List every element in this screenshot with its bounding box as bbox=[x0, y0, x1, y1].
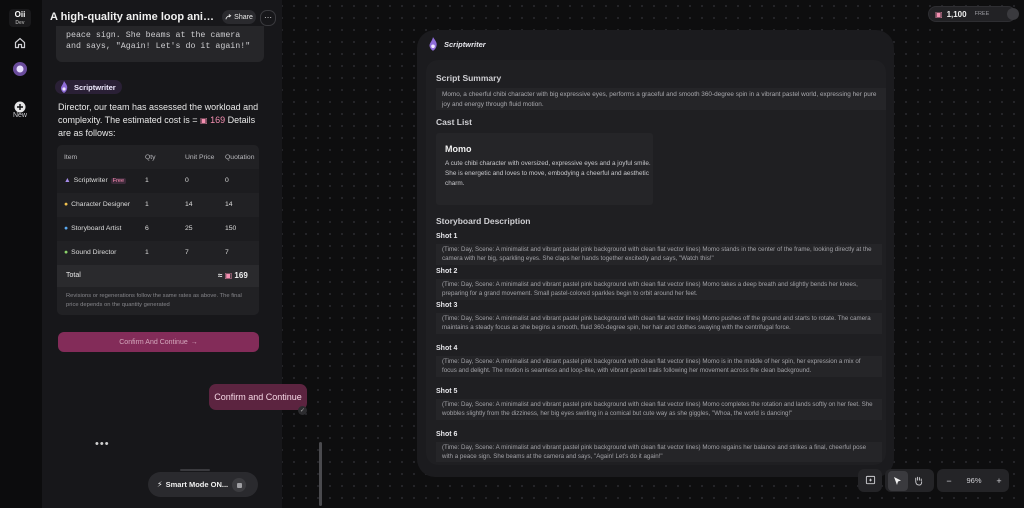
table-header-quotation: Quotation bbox=[225, 154, 255, 161]
sound-icon: ● bbox=[64, 249, 69, 256]
notes-icon bbox=[865, 475, 875, 485]
script-agent-chip: Scriptwriter bbox=[425, 36, 486, 52]
free-badge: Free bbox=[110, 177, 127, 184]
stop-button[interactable] bbox=[232, 478, 246, 492]
smart-mode-label: ⚡︎ Smart Mode ON... bbox=[157, 480, 229, 489]
zoom-level[interactable]: 96% bbox=[959, 476, 989, 485]
cursor-icon bbox=[894, 476, 901, 485]
confirm-and-continue-button[interactable]: Confirm And Continue → bbox=[58, 332, 259, 352]
hand-icon: ● bbox=[64, 201, 69, 208]
table-cell-unit: 25 bbox=[185, 225, 193, 232]
shot-text: (Time: Day, Scene: A minimalist and vibr… bbox=[436, 399, 882, 420]
shot-title: Shot 4 bbox=[436, 345, 458, 352]
table-cell-quote: 7 bbox=[225, 249, 229, 256]
user-avatar[interactable] bbox=[1007, 8, 1019, 20]
script-agent-name: Scriptwriter bbox=[444, 39, 486, 49]
coin-icon: ▣ bbox=[935, 9, 943, 19]
scriptwriter-icon: ▲ bbox=[64, 177, 71, 184]
hand-icon bbox=[914, 476, 922, 486]
shot-title: Shot 1 bbox=[436, 233, 458, 240]
table-cell-item: ● Character Designer bbox=[64, 201, 131, 208]
message-cost: 169 bbox=[210, 115, 226, 125]
typing-indicator: ••• bbox=[95, 438, 110, 450]
stop-icon bbox=[236, 482, 242, 488]
share-label: Share bbox=[234, 13, 253, 21]
lightning-icon: ⚡︎ bbox=[157, 480, 163, 489]
shot-title: Shot 5 bbox=[436, 388, 458, 395]
storyboard-title: Storyboard Description bbox=[436, 216, 531, 226]
arrow-right-icon: → bbox=[190, 338, 198, 346]
shot-title: Shot 6 bbox=[436, 431, 458, 438]
table-cell-quote: 150 bbox=[225, 225, 237, 232]
shot-text: (Time: Day, Scene: A minimalist and vibr… bbox=[436, 442, 882, 462]
table-cell-qty: 1 bbox=[145, 177, 149, 184]
chat-title: A high-quality anime loop animati... bbox=[50, 11, 216, 23]
table-cell-quote: 14 bbox=[225, 201, 233, 208]
total-label: Total bbox=[66, 272, 81, 279]
table-header-qty: Qty bbox=[145, 154, 156, 161]
credits-value: 1,100 bbox=[946, 9, 967, 19]
shot-title: Shot 3 bbox=[436, 302, 458, 309]
cast-list-title: Cast List bbox=[436, 117, 472, 127]
notes-button[interactable] bbox=[860, 471, 880, 491]
app-logo[interactable]: Oii Dev bbox=[9, 9, 31, 27]
left-rail: Oii Dev New bbox=[0, 0, 43, 508]
table-header-unit-price: Unit Price bbox=[185, 154, 215, 161]
script-summary-title: Script Summary bbox=[436, 73, 502, 83]
table-cell-item: ● Storyboard Artist bbox=[64, 225, 122, 232]
table-cell-qty: 1 bbox=[145, 201, 149, 208]
user-message: Confirm and Continue bbox=[209, 384, 307, 410]
agent-message: Director, our team has assessed the work… bbox=[58, 102, 259, 138]
pricing-note: Revisions or regenerations follow the sa… bbox=[66, 293, 242, 308]
select-tool-button[interactable] bbox=[888, 470, 908, 491]
table-cell-quote: 0 bbox=[225, 177, 229, 184]
coin-icon: ▣ bbox=[224, 271, 233, 280]
shot-text: (Time: Day, Scene: A minimalist and vibr… bbox=[436, 313, 882, 334]
shot-text: (Time: Day, Scene: A minimalist and vibr… bbox=[436, 279, 882, 300]
table-cell-unit: 14 bbox=[185, 201, 193, 208]
cast-name: Momo bbox=[445, 144, 472, 154]
home-icon[interactable] bbox=[11, 34, 29, 52]
table-cell-item: ▲ Scriptwriter Free bbox=[64, 177, 127, 184]
chat-scrollbar[interactable] bbox=[319, 442, 322, 506]
table-cell-unit: 7 bbox=[185, 249, 189, 256]
agent-chip: Scriptwriter bbox=[55, 80, 122, 94]
chat-panel: A high-quality anime loop animati... Sha… bbox=[42, 0, 322, 508]
table-cell-qty: 6 bbox=[145, 225, 149, 232]
cursor-tools bbox=[885, 469, 934, 492]
notes-tool bbox=[858, 469, 882, 492]
script-summary-text: Momo, a cheerful chibi character with bi… bbox=[436, 88, 886, 110]
total-value: ≈ ▣ 169 bbox=[218, 271, 248, 280]
scriptwriter-flame-icon bbox=[429, 37, 437, 51]
shot-text: (Time: Day, Scene: A minimalist and vibr… bbox=[436, 244, 882, 265]
drag-handle[interactable] bbox=[180, 469, 210, 471]
plan-tag: FREE bbox=[974, 11, 990, 17]
table-cell-qty: 1 bbox=[145, 249, 149, 256]
check-icon: ✓ bbox=[298, 406, 307, 415]
pan-tool-button[interactable] bbox=[908, 471, 928, 491]
shot-text: (Time: Day, Scene: A minimalist and vibr… bbox=[436, 356, 882, 377]
shot-title: Shot 2 bbox=[436, 268, 458, 275]
scriptwriter-flame-icon bbox=[60, 81, 68, 93]
zoom-out-button[interactable]: − bbox=[939, 471, 959, 491]
table-cell-unit: 0 bbox=[185, 177, 189, 184]
share-icon bbox=[225, 13, 232, 19]
more-options-button[interactable]: ⋯ bbox=[260, 10, 276, 26]
table-header-item: Item bbox=[64, 154, 78, 161]
droplet-icon: ● bbox=[64, 225, 69, 232]
share-button[interactable]: Share bbox=[222, 10, 256, 24]
zoom-controls: − 96% + bbox=[937, 469, 1009, 492]
project-avatar-icon[interactable] bbox=[11, 60, 29, 78]
previous-message-tail: peace sign. She beams at the camera and … bbox=[56, 26, 264, 62]
coin-icon: ▣ bbox=[199, 116, 208, 125]
table-cell-item: ● Sound Director bbox=[64, 249, 117, 256]
credits-badge[interactable]: ▣ 1,100 FREE bbox=[928, 6, 1016, 22]
new-label: New bbox=[12, 112, 27, 119]
agent-name: Scriptwriter bbox=[74, 82, 116, 92]
cast-description: A cute chibi character with oversized, e… bbox=[445, 160, 651, 187]
zoom-in-button[interactable]: + bbox=[989, 471, 1009, 491]
